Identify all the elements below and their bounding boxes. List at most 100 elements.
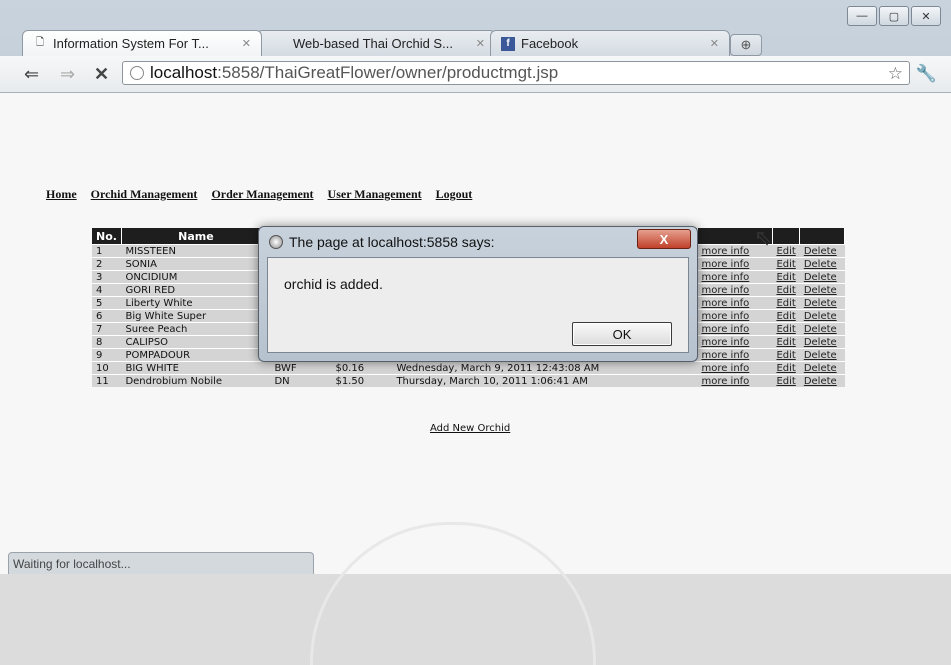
edit-link[interactable]: Edit [772,322,800,336]
page-icon: 🗋 [35,37,45,48]
cell-no: 3 [92,270,122,284]
edit-link[interactable]: Edit [772,283,800,297]
table-row: 10 BIG WHITE BWF $0.16 Wednesday, March 9, 2… [92,361,845,375]
col-no: No. [92,228,122,245]
edit-link[interactable]: Edit [772,296,800,310]
nav-logout[interactable]: Logout [436,187,473,202]
delete-link[interactable]: Delete [799,296,845,310]
facebook-icon: f [501,36,515,51]
cell-no: 2 [92,257,122,271]
cell-code: BWF [270,361,332,375]
tab-facebook[interactable]: f Facebook ✕ [490,30,730,56]
more-info-link[interactable]: more info [697,296,773,310]
more-info-link[interactable]: more info [697,257,773,271]
nav-order-management[interactable]: Order Management [211,187,313,202]
tab-title: Web-based Thai Orchid S... [293,36,453,51]
more-info-link[interactable]: more info [697,335,773,349]
cell-no: 8 [92,335,122,349]
delete-link[interactable]: Delete [799,335,845,349]
delete-link[interactable]: Delete [799,361,845,375]
more-info-link[interactable]: more info [697,374,773,387]
delete-link[interactable]: Delete [799,283,845,297]
dialog-close-button[interactable]: X [637,229,691,249]
col-edit [772,228,801,245]
dialog-body: orchid is added. OK [267,257,689,353]
cell-name: Big White Super [121,309,271,323]
cell-date: Wednesday, March 9, 2011 12:43:08 AM [392,361,698,375]
delete-link[interactable]: Delete [799,244,845,258]
edit-link[interactable]: Edit [772,309,800,323]
new-tab-button[interactable]: ⊕ [730,34,762,56]
cell-name: ONCIDIUM [121,270,271,284]
cell-no: 11 [92,374,122,387]
minimize-button[interactable]: — [847,6,877,26]
more-info-link[interactable]: more info [697,348,773,362]
cell-name: BIG WHITE [121,361,271,375]
tab-information-system[interactable]: 🗋 Information System For T... ✕ [22,30,262,56]
tab-title: Facebook [521,36,579,51]
delete-link[interactable]: Delete [799,257,845,271]
forward-arrow-icon[interactable]: ⇒ [60,64,75,85]
cell-no: 10 [92,361,122,375]
main-nav: Home Orchid Management Order Management … [46,187,472,202]
tab-close-icon[interactable]: ✕ [236,37,251,50]
cell-name: Dendrobium Nobile [121,374,271,387]
address-bar[interactable]: localhost:5858/ThaiGreatFlower/owner/pro… [122,61,910,85]
back-arrow-icon[interactable]: ⇐ [24,64,39,85]
cell-code: DN [270,374,332,387]
edit-link[interactable]: Edit [772,348,800,362]
edit-link[interactable]: Edit [772,270,800,284]
edit-link[interactable]: Edit [772,244,800,258]
cell-price: $0.16 [331,361,393,375]
edit-link[interactable]: Edit [772,335,800,349]
nav-home[interactable]: Home [46,187,77,202]
stop-icon[interactable]: ✕ [94,64,109,85]
status-bar: Waiting for localhost... [8,552,314,574]
delete-link[interactable]: Delete [799,309,845,323]
globe-icon [130,66,144,80]
delete-link[interactable]: Delete [799,348,845,362]
browser-logo-icon [269,235,283,249]
more-info-link[interactable]: more info [697,361,773,375]
cell-no: 1 [92,244,122,258]
edit-link[interactable]: Edit [772,257,800,271]
col-delete [799,228,846,245]
add-new-orchid-link[interactable]: Add New Orchid [430,423,510,434]
table-row: 11 Dendrobium Nobile DN $1.50 Thursday, Marc… [92,374,845,387]
mouse-cursor-icon: ⇖ [754,225,773,250]
cell-no: 9 [92,348,122,362]
tab-close-icon[interactable]: ✕ [470,37,485,50]
tab-close-icon[interactable]: ✕ [704,37,719,50]
more-info-link[interactable]: more info [697,309,773,323]
tab-web-based-orchid[interactable]: Web-based Thai Orchid S... ✕ [256,30,496,56]
delete-link[interactable]: Delete [799,374,845,387]
tab-title: Information System For T... [53,36,209,51]
cell-no: 6 [92,309,122,323]
cell-name: Liberty White [121,296,271,310]
more-info-link[interactable]: more info [697,283,773,297]
more-info-link[interactable]: more info [697,322,773,336]
cell-name: Suree Peach [121,322,271,336]
dialog-titlebar: The page at localhost:5858 says: [269,231,679,253]
nav-orchid-management[interactable]: Orchid Management [91,187,198,202]
edit-link[interactable]: Edit [772,361,800,375]
edit-link[interactable]: Edit [772,374,800,387]
window-controls: — ▢ ✕ [847,6,941,26]
nav-user-management[interactable]: User Management [328,187,422,202]
cell-name: MISSTEEN [121,244,271,258]
cell-name: POMPADOUR [121,348,271,362]
cell-no: 5 [92,296,122,310]
cell-price: $1.50 [331,374,393,387]
delete-link[interactable]: Delete [799,270,845,284]
tab-strip: 🗋 Information System For T... ✕ Web-base… [22,30,762,58]
cell-name: CALIPSO [121,335,271,349]
ok-button[interactable]: OK [572,322,672,346]
wrench-icon[interactable]: 🔧 [916,64,937,84]
more-info-link[interactable]: more info [697,270,773,284]
bookmark-star-icon[interactable]: ☆ [888,64,903,84]
col-name: Name [121,228,271,245]
close-window-button[interactable]: ✕ [911,6,941,26]
delete-link[interactable]: Delete [799,322,845,336]
maximize-button[interactable]: ▢ [879,6,909,26]
dialog-title: The page at localhost:5858 says: [289,234,495,250]
